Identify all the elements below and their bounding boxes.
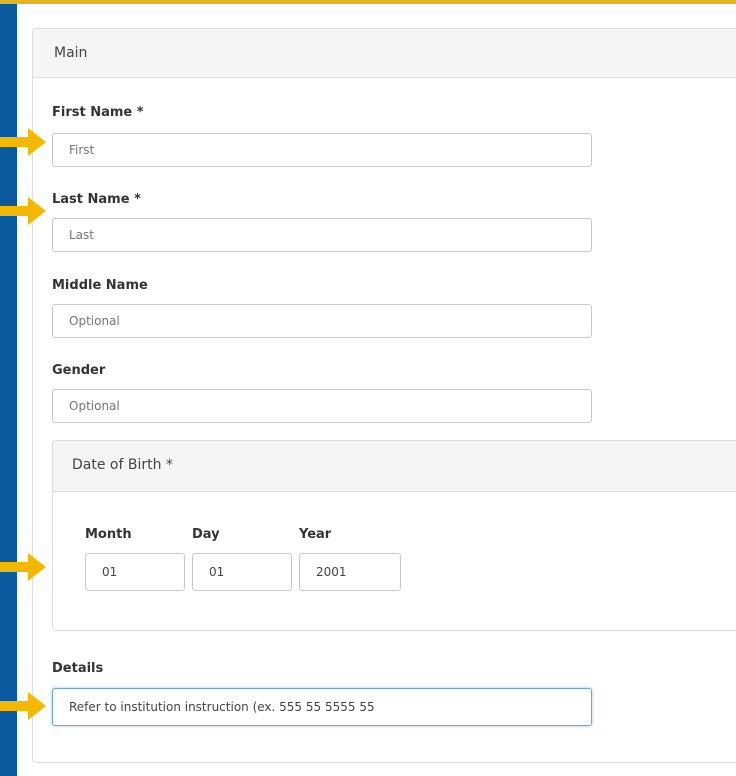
last-name-input[interactable] (52, 218, 592, 252)
arrow-right-icon (0, 128, 46, 156)
dob-day-input[interactable] (192, 553, 292, 591)
main-panel: Main First Name * Last Name * Middle Nam… (32, 28, 736, 763)
dob-panel: Date of Birth * Month Day Year (52, 440, 736, 631)
main-panel-title: Main (54, 45, 88, 61)
dob-year-label: Year (299, 527, 332, 542)
first-name-label: First Name * (52, 105, 144, 120)
arrow-right-icon (0, 692, 46, 720)
middle-name-label: Middle Name (52, 278, 148, 293)
gender-input[interactable] (52, 389, 592, 423)
dob-month-input[interactable] (85, 553, 185, 591)
dob-year-input[interactable] (299, 553, 401, 591)
dob-panel-header: Date of Birth * (53, 441, 736, 492)
details-input[interactable] (52, 688, 592, 726)
last-name-label: Last Name * (52, 192, 141, 207)
details-label: Details (52, 661, 104, 676)
middle-name-input[interactable] (52, 304, 592, 338)
dob-month-label: Month (85, 527, 132, 542)
arrow-right-icon (0, 553, 46, 581)
dob-panel-title: Date of Birth * (72, 457, 173, 473)
arrow-right-icon (0, 197, 46, 225)
dob-day-label: Day (192, 527, 220, 542)
first-name-input[interactable] (52, 133, 592, 167)
main-panel-header: Main (33, 29, 736, 78)
gender-label: Gender (52, 363, 106, 378)
form-page: Main First Name * Last Name * Middle Nam… (17, 4, 736, 776)
